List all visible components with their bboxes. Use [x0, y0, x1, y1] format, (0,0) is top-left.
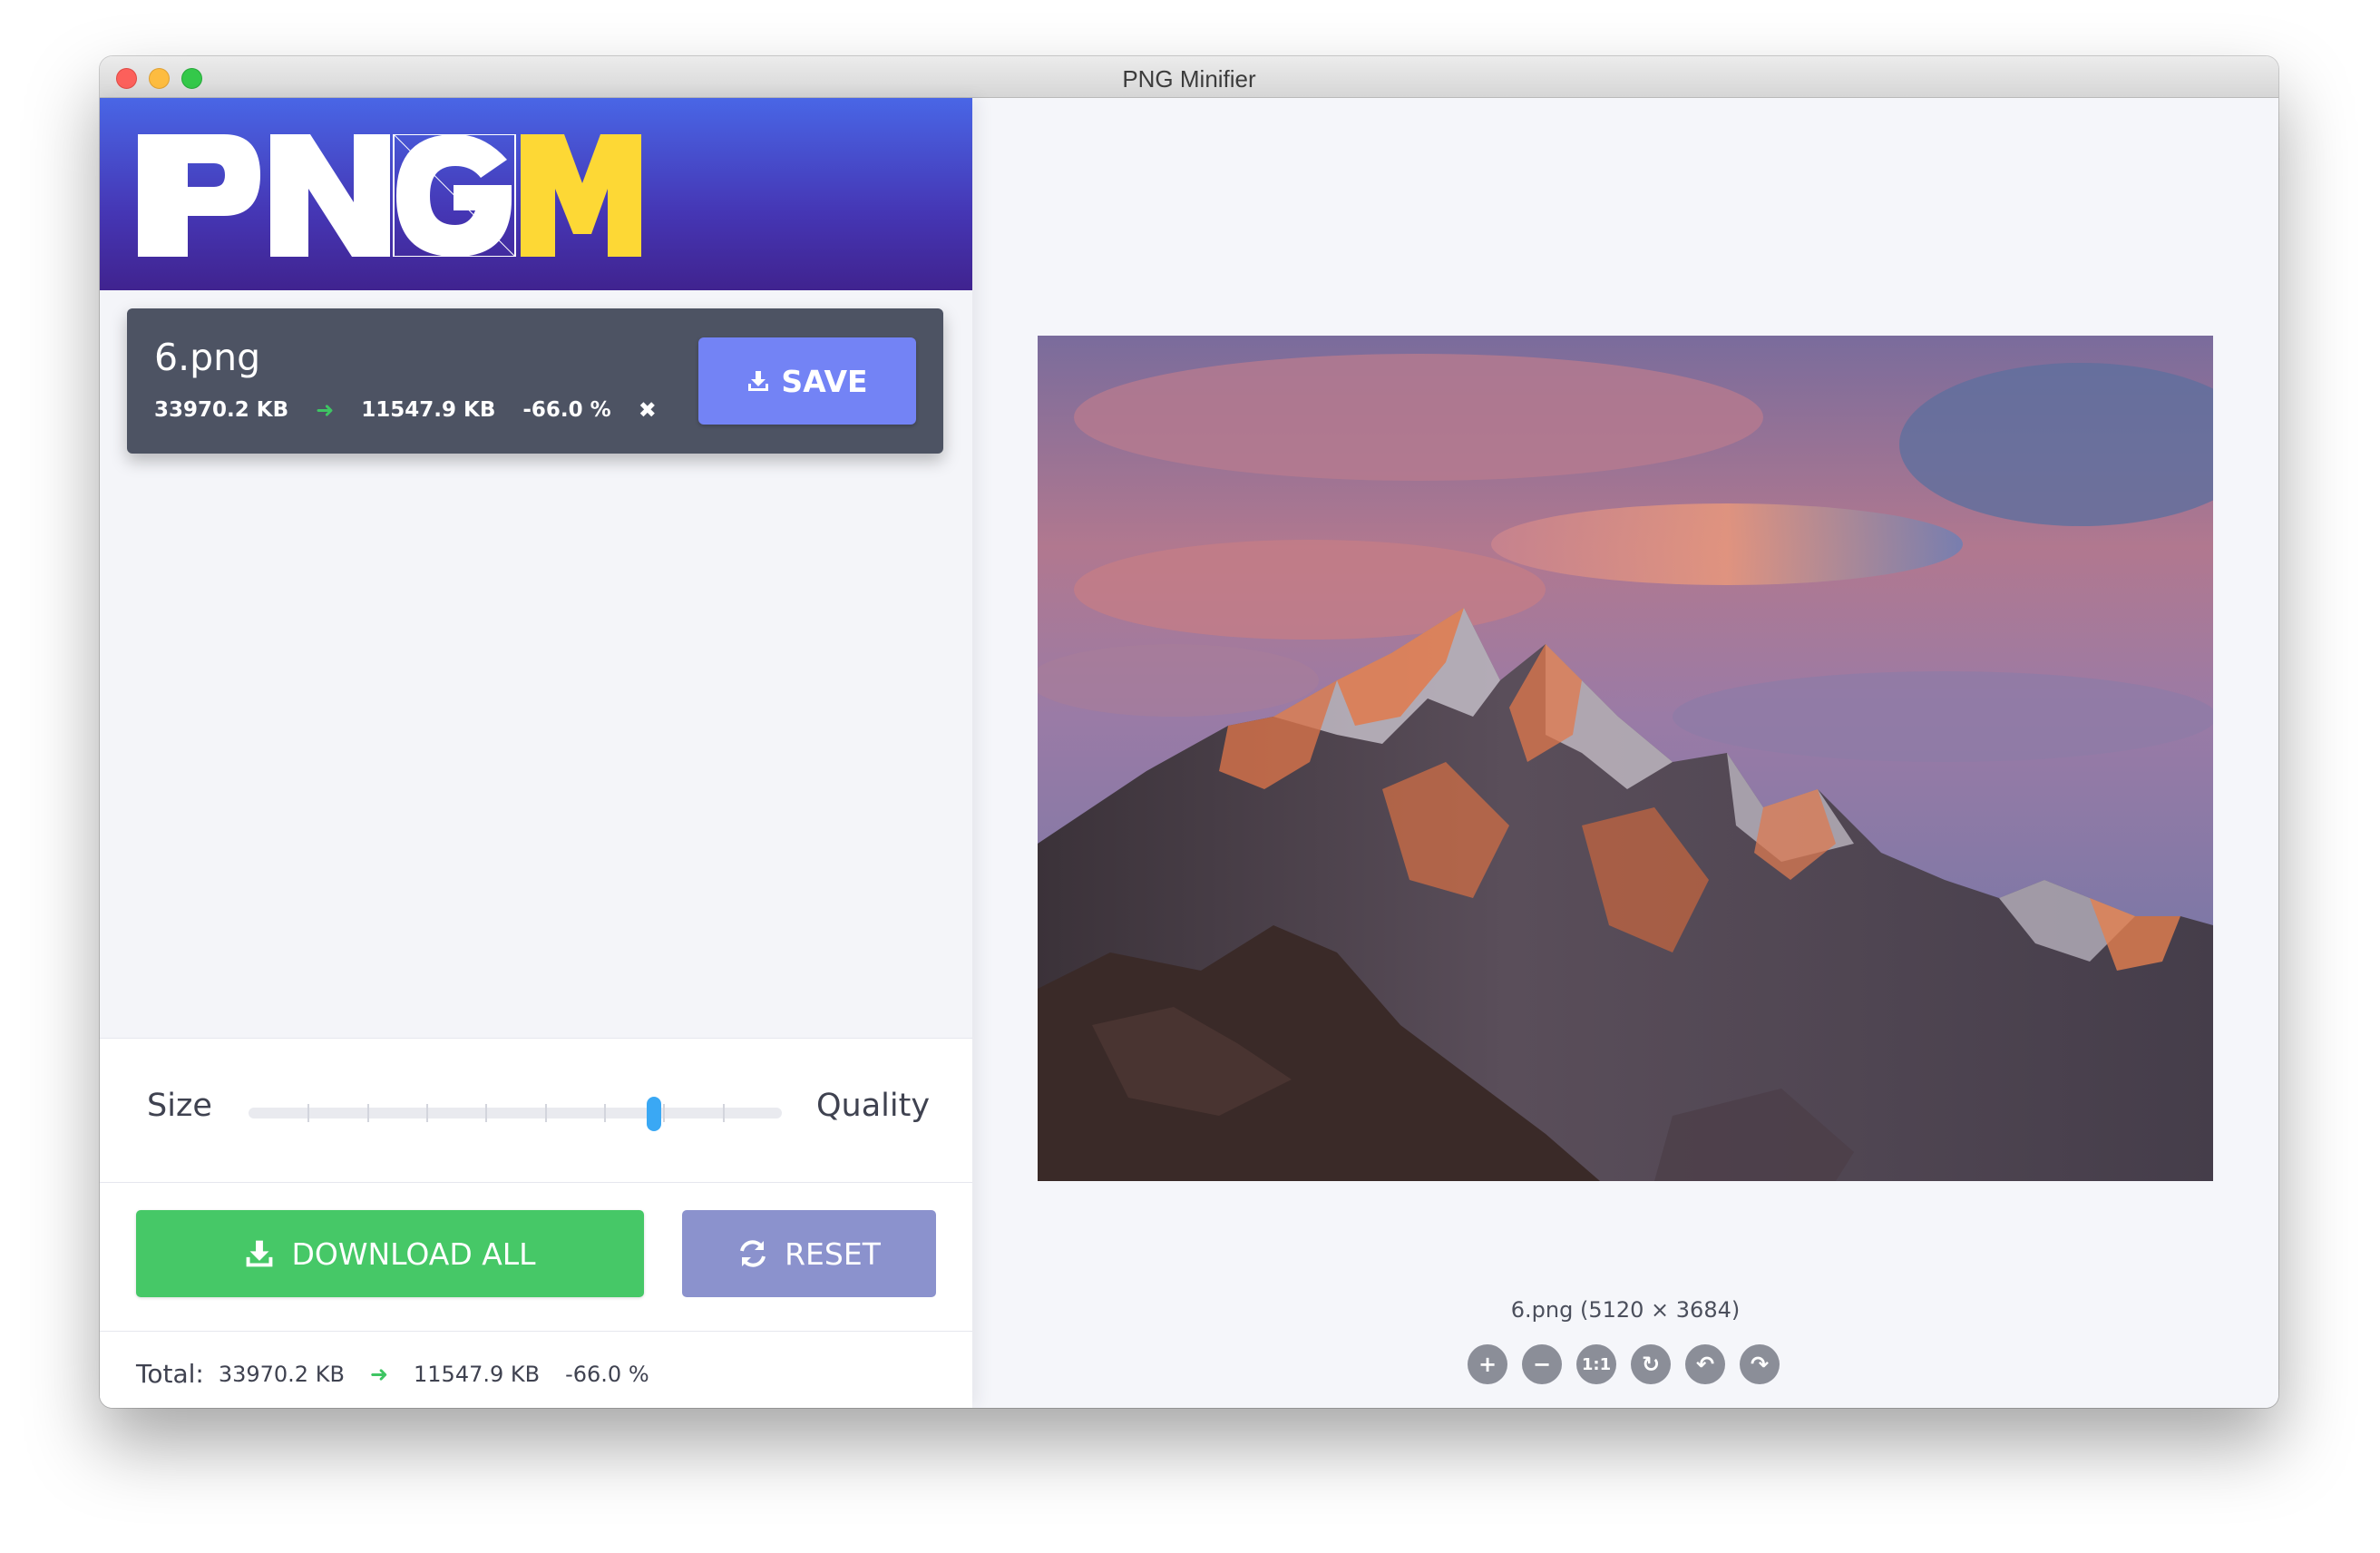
pngm-logo — [138, 134, 641, 257]
file-name: 6.png — [154, 336, 261, 379]
save-label: SAVE — [781, 363, 868, 399]
redo-icon[interactable]: ↷ — [1740, 1344, 1780, 1384]
slider-tick — [485, 1104, 487, 1122]
download-icon — [247, 1240, 273, 1267]
actual-size-icon[interactable]: 1:1 — [1576, 1344, 1616, 1384]
slider-thumb[interactable] — [647, 1097, 661, 1131]
slider-tick — [604, 1104, 606, 1122]
zoom-in-icon[interactable]: + — [1468, 1344, 1507, 1384]
reset-label: RESET — [785, 1236, 881, 1272]
file-card: 6.png 33970.2 KB ➜ 11547.9 KB -66.0 % ✖ … — [127, 308, 943, 454]
slider-label-size: Size — [147, 1088, 212, 1124]
slider-tick — [307, 1104, 309, 1122]
title-bar[interactable]: PNG Minifier — [100, 56, 2278, 98]
compressed-size: 11547.9 KB — [361, 398, 496, 422]
total-row: Total: 33970.2 KB ➜ 11547.9 KB -66.0 % — [136, 1359, 649, 1389]
quality-slider[interactable] — [249, 1097, 782, 1131]
arrow-right-icon: ➜ — [369, 1361, 389, 1387]
slider-label-quality: Quality — [816, 1088, 931, 1124]
zoom-out-icon[interactable]: − — [1522, 1344, 1562, 1384]
refresh-icon — [740, 1240, 766, 1267]
window-title: PNG Minifier — [1122, 65, 1256, 93]
slider-tick — [367, 1104, 369, 1122]
reduction-percent: -66.0 % — [522, 398, 611, 422]
action-buttons: DOWNLOAD ALL RESET — [100, 1183, 972, 1332]
original-size: 33970.2 KB — [154, 398, 289, 422]
total-original-size: 33970.2 KB — [218, 1361, 345, 1387]
slider-tick — [663, 1104, 665, 1122]
file-stats: 33970.2 KB ➜ 11547.9 KB -66.0 % ✖ — [154, 397, 657, 423]
undo-icon[interactable]: ↶ — [1685, 1344, 1725, 1384]
download-all-button[interactable]: DOWNLOAD ALL — [136, 1210, 644, 1297]
sidebar: 6.png 33970.2 KB ➜ 11547.9 KB -66.0 % ✖ … — [100, 98, 972, 1408]
image-caption: 6.png (5120 × 3684) — [1510, 1297, 1741, 1323]
quality-slider-section: Size Quality — [100, 1038, 972, 1183]
image-preview-pane: 6.png (5120 × 3684) + − 1:1 ↻ ↶ ↷ — [972, 98, 2278, 1408]
download-all-label: DOWNLOAD ALL — [291, 1236, 536, 1272]
total-summary: Total: 33970.2 KB ➜ 11547.9 KB -66.0 % — [100, 1332, 972, 1408]
save-button[interactable]: SAVE — [698, 337, 916, 425]
refresh-icon[interactable]: ↻ — [1631, 1344, 1671, 1384]
arrow-right-icon: ➜ — [316, 397, 335, 423]
download-icon — [748, 371, 769, 391]
reset-button[interactable]: RESET — [682, 1210, 936, 1297]
preview-image — [1038, 336, 2213, 1181]
logo-header — [100, 98, 972, 290]
slider-tick — [545, 1104, 547, 1122]
app-window: PNG Minifier 6.png 33970.2 KB ➜ 11547.9 … — [100, 56, 2278, 1408]
total-compressed-size: 11547.9 KB — [414, 1361, 541, 1387]
total-label: Total: — [136, 1359, 204, 1389]
zoom-controls: + − 1:1 ↻ ↶ ↷ — [1468, 1344, 1780, 1384]
total-reduction: -66.0 % — [565, 1361, 649, 1387]
remove-file-icon[interactable]: ✖ — [639, 397, 657, 423]
slider-tick — [426, 1104, 428, 1122]
slider-tick — [723, 1104, 725, 1122]
